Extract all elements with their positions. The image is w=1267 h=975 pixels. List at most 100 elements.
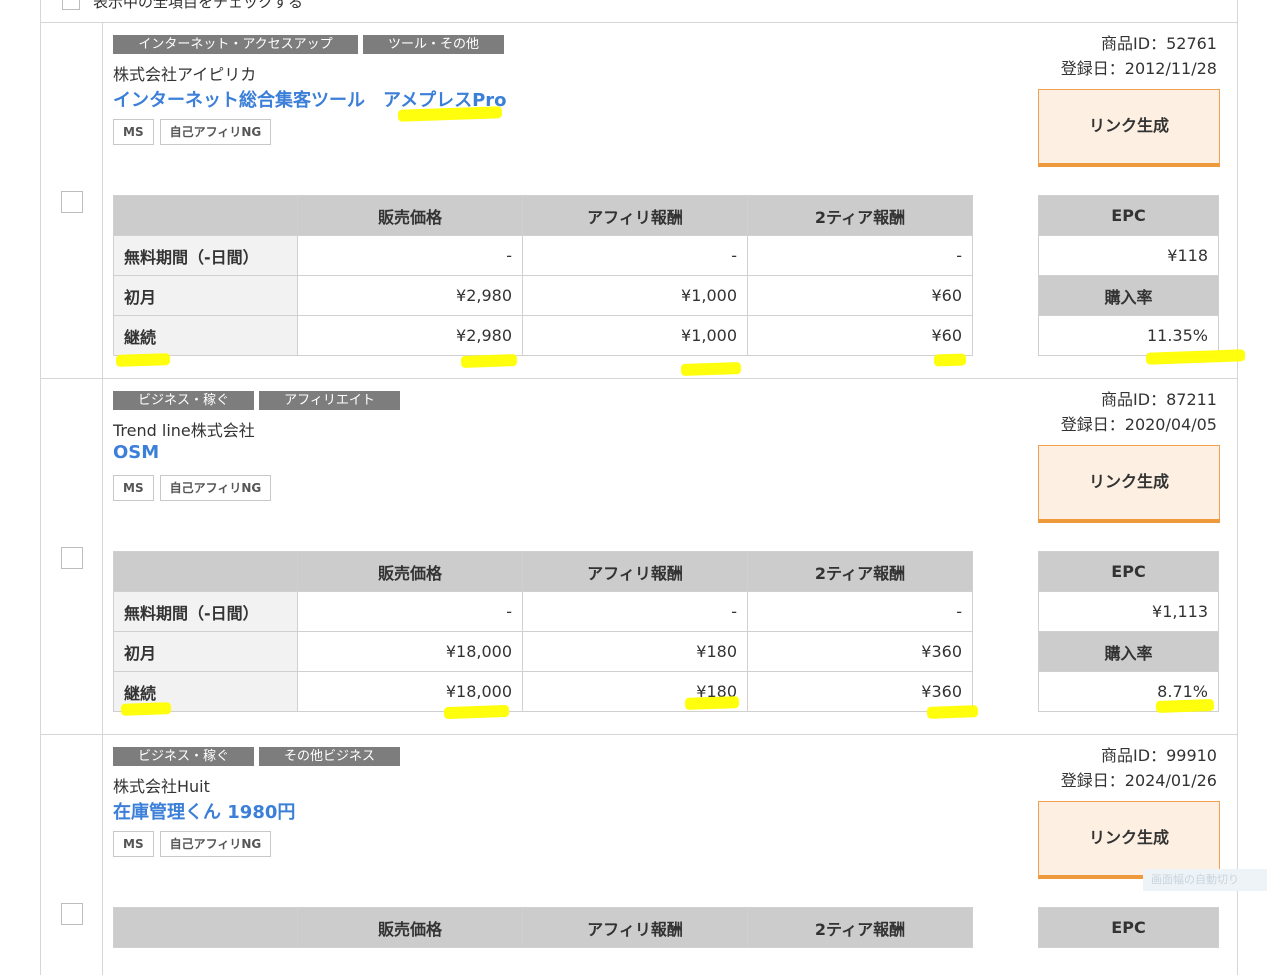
row-label: 継続 xyxy=(113,315,298,356)
table-row: 継続 ¥2,980 ¥1,000 ¥60 xyxy=(113,315,973,356)
link-generate-button[interactable]: リンク生成 xyxy=(1038,445,1220,523)
category-tag[interactable]: インターネット・アクセスアップ xyxy=(113,35,358,54)
badges: MS 自己アフィリNG xyxy=(113,831,272,857)
product-id: 商品ID：87211 xyxy=(1101,390,1217,409)
category-tags: インターネット・アクセスアップ ツール・その他 xyxy=(113,35,504,54)
price-cell: ¥18,000 xyxy=(297,631,523,672)
row-label: 無料期間（-日間） xyxy=(113,591,298,632)
purchase-rate-value: 11.35% xyxy=(1038,315,1219,356)
category-tag[interactable]: ツール・その他 xyxy=(363,35,504,54)
registered-date: 登録日：2024/01/26 xyxy=(1060,771,1217,790)
select-all-row: 表示中の全項目をチェックする xyxy=(40,0,1238,23)
epc-value: ¥1,113 xyxy=(1038,591,1219,632)
product-meta: 商品ID：52761 登録日：2012/11/28 xyxy=(1061,31,1217,81)
product-checkbox[interactable] xyxy=(61,547,83,569)
affiliate-cell: ¥1,000 xyxy=(522,315,748,356)
company-name: 株式会社アイピリカ xyxy=(113,65,257,84)
select-all-checkbox[interactable] xyxy=(62,0,80,10)
link-generate-button[interactable]: リンク生成 xyxy=(1038,801,1220,879)
header-tier2: 2ティア報酬 xyxy=(747,907,973,948)
highlight-mark xyxy=(1155,698,1215,714)
epc-value: ¥118 xyxy=(1038,235,1219,276)
highlight-mark xyxy=(933,353,967,367)
select-all-label: 表示中の全項目をチェックする xyxy=(93,0,304,11)
epc-table: EPC ¥118 購入率 11.35% xyxy=(1038,195,1219,356)
product-id: 商品ID：52761 xyxy=(1101,34,1217,53)
table-row: 初月 ¥18,000 ¥180 ¥360 xyxy=(113,631,973,672)
highlight-mark xyxy=(460,354,518,368)
highlight-mark xyxy=(443,704,510,720)
product-meta: 商品ID：87211 登録日：2020/04/05 xyxy=(1061,387,1217,437)
affiliate-cell: - xyxy=(522,235,748,276)
company-name: Trend line株式会社 xyxy=(113,421,255,440)
badges: MS 自己アフィリNG xyxy=(113,475,272,501)
tier2-cell: ¥60 xyxy=(747,315,973,356)
badge-ms: MS xyxy=(113,119,154,145)
tier2-cell: - xyxy=(747,235,973,276)
badge-ms: MS xyxy=(113,475,154,501)
product-checkbox[interactable] xyxy=(61,903,83,925)
category-tag[interactable]: その他ビジネス xyxy=(259,747,400,766)
category-tag[interactable]: アフィリエイト xyxy=(259,391,400,410)
badge-self-affiliate-ng: 自己アフィリNG xyxy=(159,475,272,501)
registered-date: 登録日：2012/11/28 xyxy=(1060,59,1217,78)
highlight-mark xyxy=(115,353,171,367)
header-purchase-rate: 購入率 xyxy=(1038,275,1219,316)
badge-self-affiliate-ng: 自己アフィリNG xyxy=(159,119,272,145)
company-name: 株式会社Huit xyxy=(113,777,210,796)
link-generate-button[interactable]: リンク生成 xyxy=(1038,89,1220,167)
product-name-link[interactable]: OSM xyxy=(113,442,159,463)
header-price: 販売価格 xyxy=(297,551,523,592)
tier2-cell: - xyxy=(747,591,973,632)
price-cell: ¥2,980 xyxy=(297,315,523,356)
header-affiliate: アフィリ報酬 xyxy=(522,195,748,236)
header-affiliate: アフィリ報酬 xyxy=(522,551,748,592)
product-checkbox[interactable] xyxy=(61,191,83,213)
table-row: 初月 ¥2,980 ¥1,000 ¥60 xyxy=(113,275,973,316)
product-card-3: ビジネス・稼ぐ その他ビジネス 株式会社Huit 在庫管理くん 1980円 MS… xyxy=(40,735,1238,975)
row-label: 初月 xyxy=(113,631,298,672)
epc-table: EPC xyxy=(1038,907,1219,948)
table-row: 無料期間（-日間） - - - xyxy=(113,235,973,276)
row-label: 無料期間（-日間） xyxy=(113,235,298,276)
category-tags: ビジネス・稼ぐ アフィリエイト xyxy=(113,391,400,410)
product-card-1: インターネット・アクセスアップ ツール・その他 株式会社アイピリカ インターネッ… xyxy=(40,23,1238,379)
table-row: 無料期間（-日間） - - - xyxy=(113,591,973,632)
table-row: 継続 ¥18,000 ¥180 ¥360 xyxy=(113,671,973,712)
epc-table: EPC ¥1,113 購入率 8.71% xyxy=(1038,551,1219,712)
product-meta: 商品ID：99910 登録日：2024/01/26 xyxy=(1061,743,1217,793)
header-tier2: 2ティア報酬 xyxy=(747,551,973,592)
category-tag[interactable]: ビジネス・稼ぐ xyxy=(113,747,254,766)
highlight-mark xyxy=(926,705,979,719)
checkbox-column xyxy=(41,379,103,734)
tier2-cell: ¥60 xyxy=(747,275,973,316)
category-tag[interactable]: ビジネス・稼ぐ xyxy=(113,391,254,410)
highlight-mark xyxy=(684,696,740,710)
header-label-col xyxy=(113,195,298,236)
highlight-mark xyxy=(120,702,172,716)
header-epc: EPC xyxy=(1038,907,1219,948)
badge-self-affiliate-ng: 自己アフィリNG xyxy=(159,831,272,857)
affiliate-cell: ¥1,000 xyxy=(522,275,748,316)
badge-ms: MS xyxy=(113,831,154,857)
header-epc: EPC xyxy=(1038,195,1219,236)
highlight-mark xyxy=(680,361,742,377)
header-price: 販売価格 xyxy=(297,907,523,948)
product-name-link[interactable]: 在庫管理くん 1980円 xyxy=(113,798,295,824)
header-label-col xyxy=(113,907,298,948)
header-tier2: 2ティア報酬 xyxy=(747,195,973,236)
header-label-col xyxy=(113,551,298,592)
rates-table: 販売価格 アフィリ報酬 2ティア報酬 xyxy=(113,907,973,948)
price-cell: - xyxy=(297,591,523,632)
registered-date: 登録日：2020/04/05 xyxy=(1060,415,1217,434)
product-id: 商品ID：99910 xyxy=(1101,746,1217,765)
price-cell: ¥2,980 xyxy=(297,275,523,316)
badges: MS 自己アフィリNG xyxy=(113,119,272,145)
floating-tooltip[interactable]: 画面幅の自動切り xyxy=(1143,869,1267,891)
category-tags: ビジネス・稼ぐ その他ビジネス xyxy=(113,747,400,766)
affiliate-cell: - xyxy=(522,591,748,632)
tier2-cell: ¥360 xyxy=(747,631,973,672)
product-card-2: ビジネス・稼ぐ アフィリエイト Trend line株式会社 OSM MS 自己… xyxy=(40,379,1238,735)
rates-table: 販売価格 アフィリ報酬 2ティア報酬 無料期間（-日間） - - - 初月 ¥1… xyxy=(113,551,973,712)
header-epc: EPC xyxy=(1038,551,1219,592)
